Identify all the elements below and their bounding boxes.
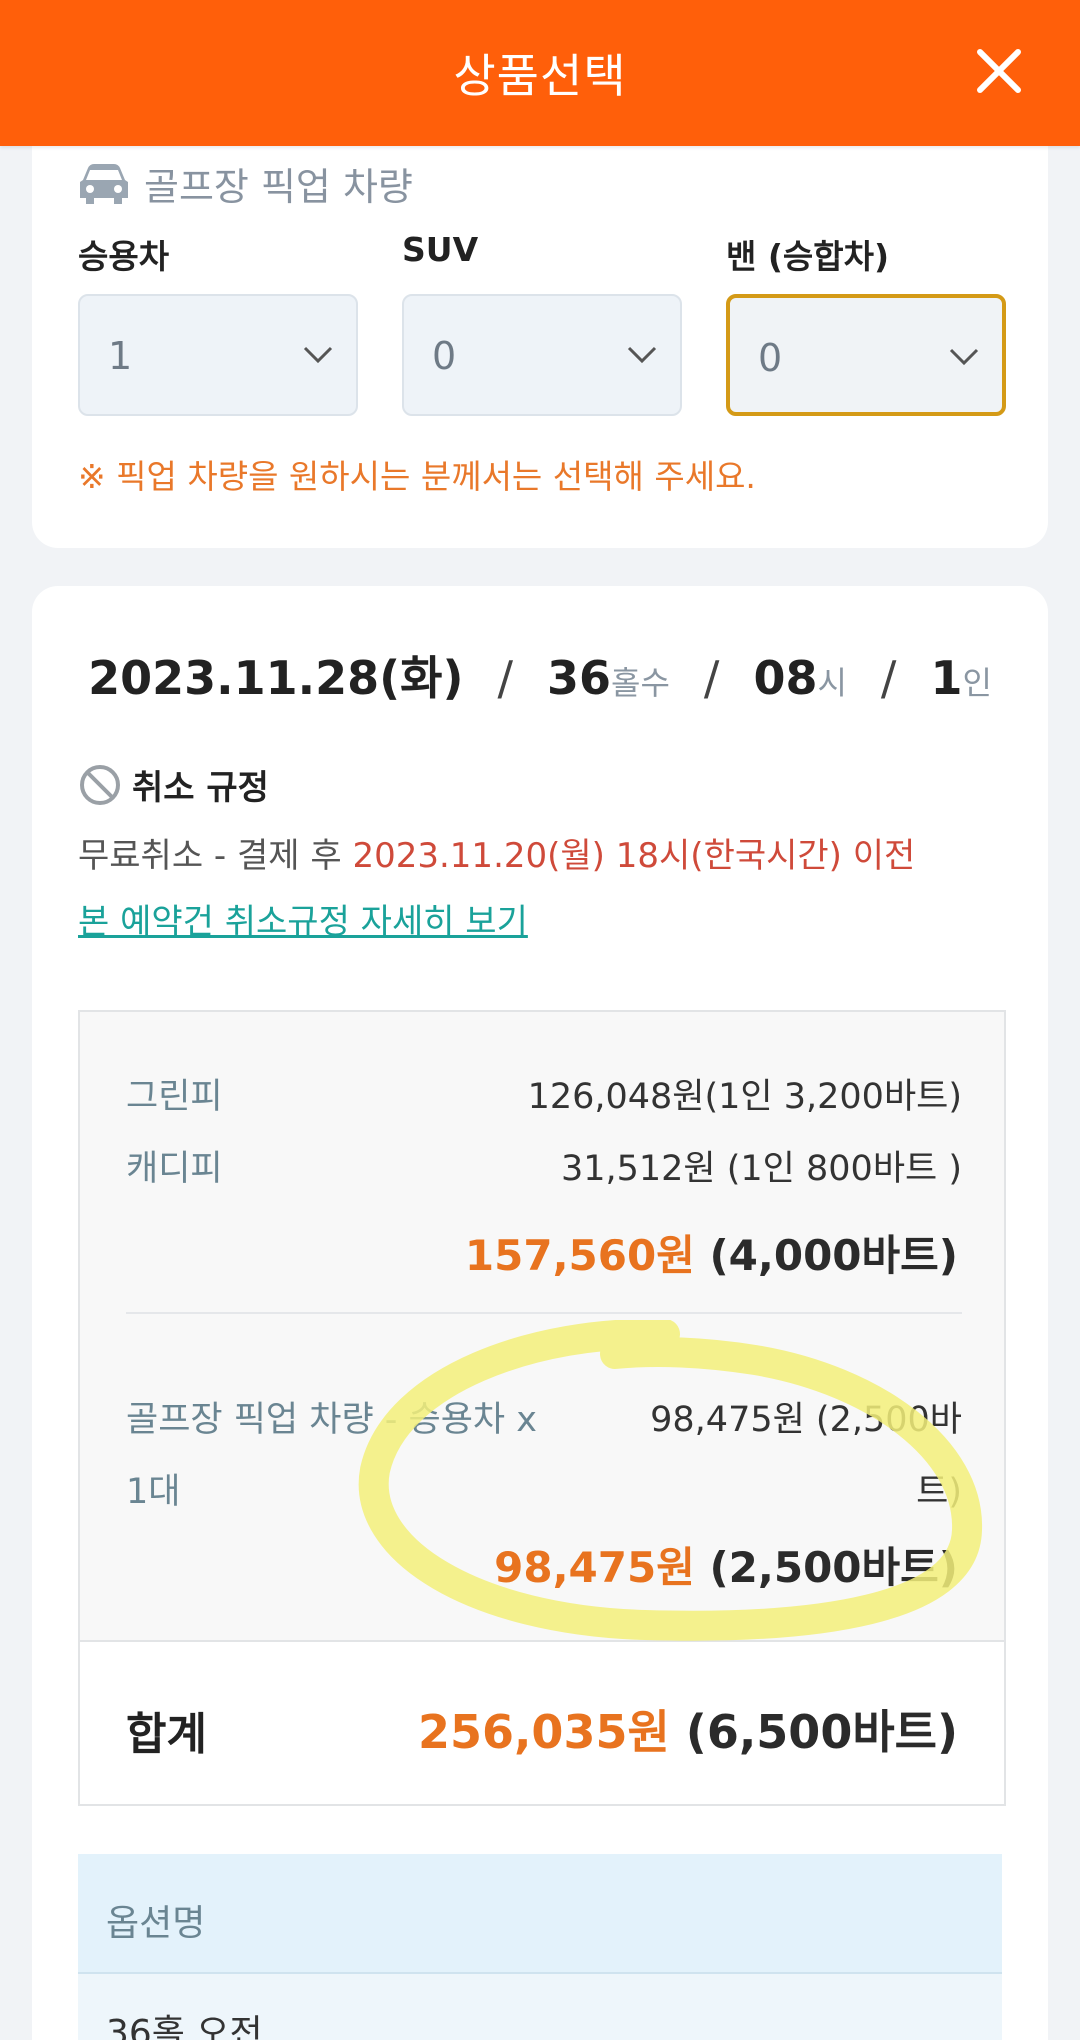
van-label: 밴 (승합차) bbox=[726, 237, 890, 276]
vehicle-fee-value: 98,475원 (2,500바 트) bbox=[612, 1384, 962, 1528]
separator: / bbox=[880, 651, 897, 705]
vehicle-fee-label: 골프장 픽업 차량 - 승용차 x 1대 bbox=[126, 1384, 596, 1528]
option-table-header: 옵션명 bbox=[78, 1854, 1002, 1974]
chevron-down-icon bbox=[949, 348, 979, 366]
price-breakdown: 그린피 126,048원(1인 3,200바트) 캐디피 31,512원 (1인… bbox=[78, 1010, 1006, 1640]
fees-subtotal-won: 157,560원 bbox=[464, 1231, 695, 1280]
suv-label: SUV bbox=[402, 230, 479, 269]
pickup-heading-text: 골프장 픽업 차량 bbox=[144, 165, 413, 209]
holes-unit: 홀수 bbox=[611, 664, 670, 702]
caddie-fee-label: 캐디피 bbox=[126, 1149, 223, 1189]
separator: / bbox=[703, 651, 720, 705]
total-label: 합계 bbox=[126, 1709, 207, 1760]
option-name-header: 옵션명 bbox=[106, 1903, 206, 1944]
van-select-value: 0 bbox=[758, 336, 783, 380]
divider bbox=[126, 1312, 962, 1314]
people-count: 1 bbox=[930, 651, 963, 705]
option-row[interactable]: 36홀 오전 bbox=[78, 1974, 1002, 2040]
top-bar: 상품선택 bbox=[0, 0, 1080, 146]
sedan-select-value: 1 bbox=[108, 334, 133, 378]
pickup-vehicle-card: 골프장 픽업 차량 승용차 1 SUV 0 밴 (승합차) 0 ※ 픽업 차량을… bbox=[32, 120, 1048, 548]
vehicle-fee-value-line1: 98,475원 (2,500바 bbox=[650, 1400, 962, 1440]
vehicle-subtotal: 98,475원 (2,500바트) bbox=[494, 1534, 958, 1595]
pickup-notice: ※ 픽업 차량을 원하시는 분께서는 선택해 주세요. bbox=[78, 457, 756, 496]
cancellation-details-link[interactable]: 본 예약건 취소규정 자세히 보기 bbox=[78, 894, 528, 943]
fees-subtotal: 157,560원 (4,000바트) bbox=[465, 1222, 958, 1283]
caddie-fee-value: 31,512원 (1인 800바트 ) bbox=[560, 1149, 962, 1189]
cancellation-policy: 무료취소 - 결제 후 2023.11.20(월) 18시(한국시간) 이전 bbox=[78, 828, 915, 877]
tee-time: 08 bbox=[753, 651, 818, 705]
green-fee-label: 그린피 bbox=[126, 1077, 223, 1117]
pickup-heading: 골프장 픽업 차량 bbox=[78, 156, 413, 211]
chevron-down-icon bbox=[303, 346, 333, 364]
booking-card: 2023.11.28(화) / 36홀수 / 08시 / 1인 취소 규정 무료… bbox=[32, 586, 1048, 2040]
total-amount: 256,035원 (6,500바트) bbox=[418, 1696, 958, 1762]
chevron-down-icon bbox=[627, 346, 657, 364]
cancellation-prefix: 무료취소 - 결제 후 bbox=[78, 836, 353, 876]
vehicle-subtotal-baht: (2,500바트) bbox=[709, 1543, 958, 1592]
green-fee-value: 126,048원(1인 3,200바트) bbox=[527, 1077, 962, 1117]
cancellation-deadline: 2023.11.20(월) 18시(한국시간) 이전 bbox=[352, 836, 916, 876]
booking-summary: 2023.11.28(화) / 36홀수 / 08시 / 1인 bbox=[32, 642, 1048, 708]
total-row: 합계 256,035원 (6,500바트) bbox=[78, 1640, 1006, 1806]
van-select[interactable]: 0 bbox=[726, 294, 1006, 416]
sedan-select[interactable]: 1 bbox=[78, 294, 358, 416]
close-icon[interactable] bbox=[968, 40, 1030, 102]
page-title: 상품선택 bbox=[453, 49, 627, 103]
people-unit: 인 bbox=[962, 664, 992, 702]
booking-date: 2023.11.28(화) bbox=[88, 651, 464, 705]
holes-count: 36 bbox=[547, 651, 612, 705]
vehicle-fee-label-line2: 1대 bbox=[126, 1472, 181, 1512]
vehicle-subtotal-won: 98,475원 bbox=[494, 1543, 695, 1592]
total-baht: (6,500바트) bbox=[685, 1705, 958, 1759]
sedan-label: 승용차 bbox=[78, 237, 170, 276]
cancellation-heading-text: 취소 규정 bbox=[132, 768, 269, 808]
total-won: 256,035원 bbox=[417, 1705, 670, 1759]
suv-select[interactable]: 0 bbox=[402, 294, 682, 416]
suv-select-value: 0 bbox=[432, 334, 457, 378]
car-icon bbox=[80, 163, 128, 204]
fees-subtotal-baht: (4,000바트) bbox=[709, 1231, 958, 1280]
vehicle-fee-label-line1: 골프장 픽업 차량 - 승용차 x bbox=[126, 1400, 537, 1440]
separator: / bbox=[497, 651, 513, 705]
prohibited-icon bbox=[80, 764, 120, 805]
option-row-label: 36홀 오전 bbox=[106, 2013, 263, 2040]
cancellation-heading: 취소 규정 bbox=[78, 760, 269, 809]
vehicle-fee-value-line2: 트) bbox=[916, 1472, 962, 1512]
time-unit: 시 bbox=[817, 664, 847, 702]
